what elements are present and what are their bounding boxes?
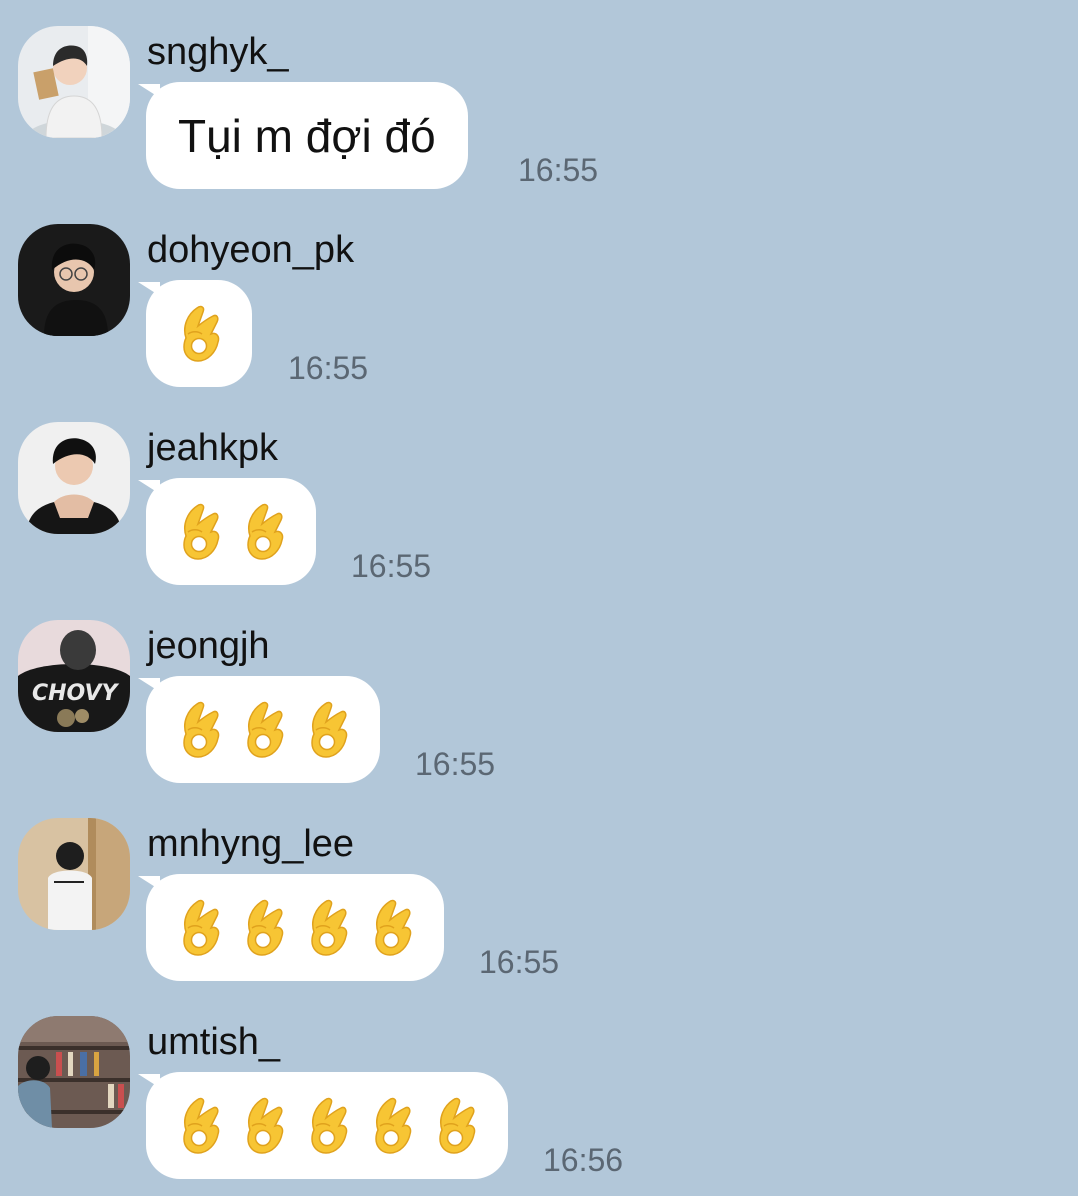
- message-bubble[interactable]: [138, 676, 380, 783]
- ok-hand-icon: [242, 700, 284, 760]
- message-text: Tụi m đợi đó: [178, 109, 436, 162]
- sender-name: jeahkpk: [147, 427, 278, 469]
- ok-hand-icon: [178, 502, 220, 562]
- message-time: 16:55: [518, 152, 599, 188]
- avatar-photo: [18, 1016, 130, 1128]
- ok-hand-row: [178, 304, 220, 364]
- shirt-print: CHOVY: [32, 681, 120, 706]
- avatar-photo: [18, 818, 130, 930]
- message-row: snghyk_ Tụi m đợi đó 16:55: [0, 26, 1078, 206]
- ok-hand-icon: [178, 304, 220, 364]
- ok-hand-icon: [306, 1096, 348, 1156]
- avatar[interactable]: CHOVY: [18, 620, 130, 732]
- avatar-photo: [18, 422, 130, 534]
- message-bubble[interactable]: [138, 874, 444, 981]
- message-row: umtish_ 16:56: [0, 1016, 1078, 1196]
- message-bubble[interactable]: [138, 478, 316, 585]
- ok-hand-row: [178, 700, 348, 760]
- message-time: 16:55: [415, 746, 496, 782]
- message-time: 16:55: [288, 350, 369, 386]
- ok-hand-icon: [306, 898, 348, 958]
- ok-hand-icon: [370, 898, 412, 958]
- ok-hand-row: [178, 1096, 476, 1156]
- avatar[interactable]: [18, 224, 130, 336]
- ok-hand-icon: [242, 898, 284, 958]
- avatar[interactable]: [18, 1016, 130, 1128]
- ok-hand-icon: [306, 700, 348, 760]
- avatar-photo: CHOVY: [18, 620, 130, 732]
- sender-name: mnhyng_lee: [147, 823, 355, 865]
- sender-name: snghyk_: [147, 31, 289, 73]
- message-row: jeahkpk 16:55: [0, 422, 1078, 602]
- message-time: 16:55: [351, 548, 432, 584]
- message-row: mnhyng_lee 16:55: [0, 818, 1078, 998]
- message-bubble[interactable]: Tụi m đợi đó: [138, 82, 468, 189]
- message-bubble[interactable]: [138, 1072, 508, 1179]
- avatar[interactable]: [18, 818, 130, 930]
- ok-hand-icon: [178, 700, 220, 760]
- ok-hand-icon: [242, 1096, 284, 1156]
- message-time: 16:56: [543, 1142, 624, 1178]
- avatar-photo: [18, 224, 130, 336]
- ok-hand-icon: [178, 1096, 220, 1156]
- message-row: CHOVY jeongjh 16:55: [0, 620, 1078, 800]
- avatar-photo: [18, 26, 130, 138]
- message-time: 16:55: [479, 944, 560, 980]
- avatar[interactable]: [18, 26, 130, 138]
- chat-area: snghyk_ Tụi m đợi đó 16:55 dohyeon_pk 16…: [0, 0, 1078, 1190]
- sender-name: dohyeon_pk: [147, 229, 355, 271]
- ok-hand-icon: [242, 502, 284, 562]
- ok-hand-icon: [178, 898, 220, 958]
- ok-hand-icon: [370, 1096, 412, 1156]
- ok-hand-row: [178, 502, 284, 562]
- ok-hand-row: [178, 898, 412, 958]
- avatar[interactable]: [18, 422, 130, 534]
- message-bubble[interactable]: [138, 280, 252, 387]
- message-row: dohyeon_pk 16:55: [0, 224, 1078, 404]
- sender-name: jeongjh: [147, 625, 270, 667]
- ok-hand-icon: [434, 1096, 476, 1156]
- sender-name: umtish_: [147, 1021, 281, 1063]
